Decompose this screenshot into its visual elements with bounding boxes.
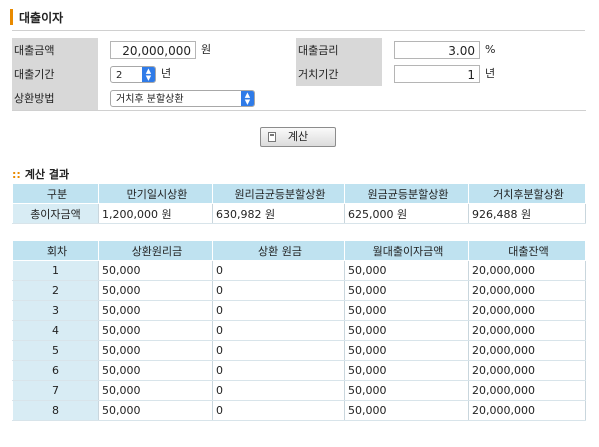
method-label: 상환방법 [12,86,98,111]
schedule-cell: 20,000,000 [468,340,586,361]
result-title-dots: :: [12,168,21,181]
calculate-button[interactable]: 계산 [260,127,336,147]
schedule-header: 상환원리금 [98,240,213,261]
schedule-cell: 50,000 [344,380,469,401]
grace-label: 거치기간 [296,62,382,86]
schedule-cell: 50,000 [98,340,213,361]
summary-header: 원리금균등분할상환 [212,183,345,204]
schedule-table: 회차 상환원리금 상환 원금 월대출이자금액 대출잔액 1 50,000 0 50,0… [12,240,586,421]
table-row: 3 50,000 0 50,000 20,000,000 [12,300,586,321]
schedule-cell: 50,000 [98,280,213,301]
schedule-cell: 0 [212,380,345,401]
schedule-cell: 0 [212,320,345,341]
loan-form: 대출금액 20,000,000 원 대출금리 3.00% 대출기간 2 ▲ ▼ 년 거치… [12,38,586,111]
summary-header: 구분 [12,183,99,204]
installment-number: 4 [12,320,99,341]
method-select-value: 거치후 분할상환 [116,93,184,105]
summary-row-label: 총이자금액 [12,203,99,224]
calculate-button-label: 계산 [287,130,309,143]
summary-header: 거치후분할상환 [468,183,586,204]
schedule-cell: 0 [212,280,345,301]
table-row: 2 50,000 0 50,000 20,000,000 [12,280,586,301]
schedule-header: 상환 원금 [212,240,345,261]
page-title: 대출이자 [19,10,64,25]
schedule-header: 대출잔액 [468,240,586,261]
result-title: 계산 결과 [24,168,70,181]
schedule-cell: 0 [212,360,345,381]
summary-cell: 630,982 원 [212,203,345,224]
schedule-cell: 20,000,000 [468,380,586,401]
schedule-cell: 20,000,000 [468,320,586,341]
result-title-block: :: 계산 결과 [12,166,69,182]
schedule-header-row: 회차 상환원리금 상환 원금 월대출이자금액 대출잔액 [12,240,586,261]
installment-number: 7 [12,380,99,401]
table-row: 5 50,000 0 50,000 20,000,000 [12,340,586,361]
schedule-cell: 50,000 [344,300,469,321]
schedule-cell: 0 [212,340,345,361]
amount-unit: 원 [201,43,212,56]
summary-header: 원금균등분할상환 [344,183,469,204]
installment-number: 6 [12,360,99,381]
schedule-cell: 50,000 [98,260,213,281]
table-row: 8 50,000 0 50,000 20,000,000 [12,400,586,421]
table-row: 4 50,000 0 50,000 20,000,000 [12,320,586,341]
schedule-header: 월대출이자금액 [344,240,469,261]
summary-cell: 1,200,000 원 [98,203,213,224]
summary-header: 만기일시상환 [98,183,213,204]
schedule-cell: 0 [212,400,345,421]
page-title-block: 대출이자 [10,8,63,26]
schedule-cell: 20,000,000 [468,300,586,321]
schedule-cell: 50,000 [98,360,213,381]
schedule-body: 1 50,000 0 50,000 20,000,000 2 50,000 0 50,000 20… [12,260,586,421]
grace-input[interactable]: 1 [394,65,480,83]
schedule-cell: 50,000 [98,380,213,401]
schedule-cell: 20,000,000 [468,280,586,301]
rate-label: 대출금리 [296,38,382,62]
grace-unit: 년 [485,67,496,80]
schedule-cell: 0 [212,260,345,281]
table-row: 6 50,000 0 50,000 20,000,000 [12,360,586,381]
dropdown-arrows-icon: ▲ ▼ [241,90,254,106]
installment-number: 5 [12,340,99,361]
schedule-cell: 50,000 [344,280,469,301]
schedule-cell: 50,000 [344,260,469,281]
rate-unit: % [485,43,496,56]
schedule-cell: 50,000 [98,400,213,421]
schedule-cell: 50,000 [98,300,213,321]
title-divider [12,30,585,31]
summary-cell: 926,488 원 [468,203,586,224]
schedule-cell: 50,000 [344,320,469,341]
schedule-cell: 50,000 [344,400,469,421]
schedule-cell: 50,000 [98,320,213,341]
amount-input[interactable]: 20,000,000 [110,41,196,59]
schedule-cell: 50,000 [344,360,469,381]
installment-number: 2 [12,280,99,301]
schedule-cell: 50,000 [344,340,469,361]
stepper-arrows-icon: ▲ ▼ [142,66,155,82]
period-label: 대출기간 [12,62,98,86]
rate-input[interactable]: 3.00 [394,41,480,59]
schedule-cell: 20,000,000 [468,400,586,421]
installment-number: 8 [12,400,99,421]
summary-row: 총이자금액 1,200,000 원 630,982 원 625,000 원 92… [12,203,586,224]
schedule-cell: 0 [212,300,345,321]
summary-header-row: 구분 만기일시상환 원리금균등분할상환 원금균등분할상환 거치후분할상환 [12,183,586,204]
calculator-icon [268,132,276,142]
summary-table: 구분 만기일시상환 원리금균등분할상환 원금균등분할상환 거치후분할상환 총이자… [12,183,586,224]
method-select[interactable]: 거치후 분할상환 ▲ ▼ [110,89,255,107]
table-row: 7 50,000 0 50,000 20,000,000 [12,380,586,401]
table-row: 1 50,000 0 50,000 20,000,000 [12,260,586,281]
period-unit: 년 [161,67,172,81]
installment-number: 1 [12,260,99,281]
period-select-value: 2 [116,69,123,81]
title-accent-bar [10,9,13,25]
schedule-header: 회차 [12,240,99,261]
summary-cell: 625,000 원 [344,203,469,224]
installment-number: 3 [12,300,99,321]
schedule-cell: 20,000,000 [468,260,586,281]
schedule-cell: 20,000,000 [468,360,586,381]
amount-label: 대출금액 [12,38,98,62]
period-select[interactable]: 2 ▲ ▼ [110,65,156,83]
